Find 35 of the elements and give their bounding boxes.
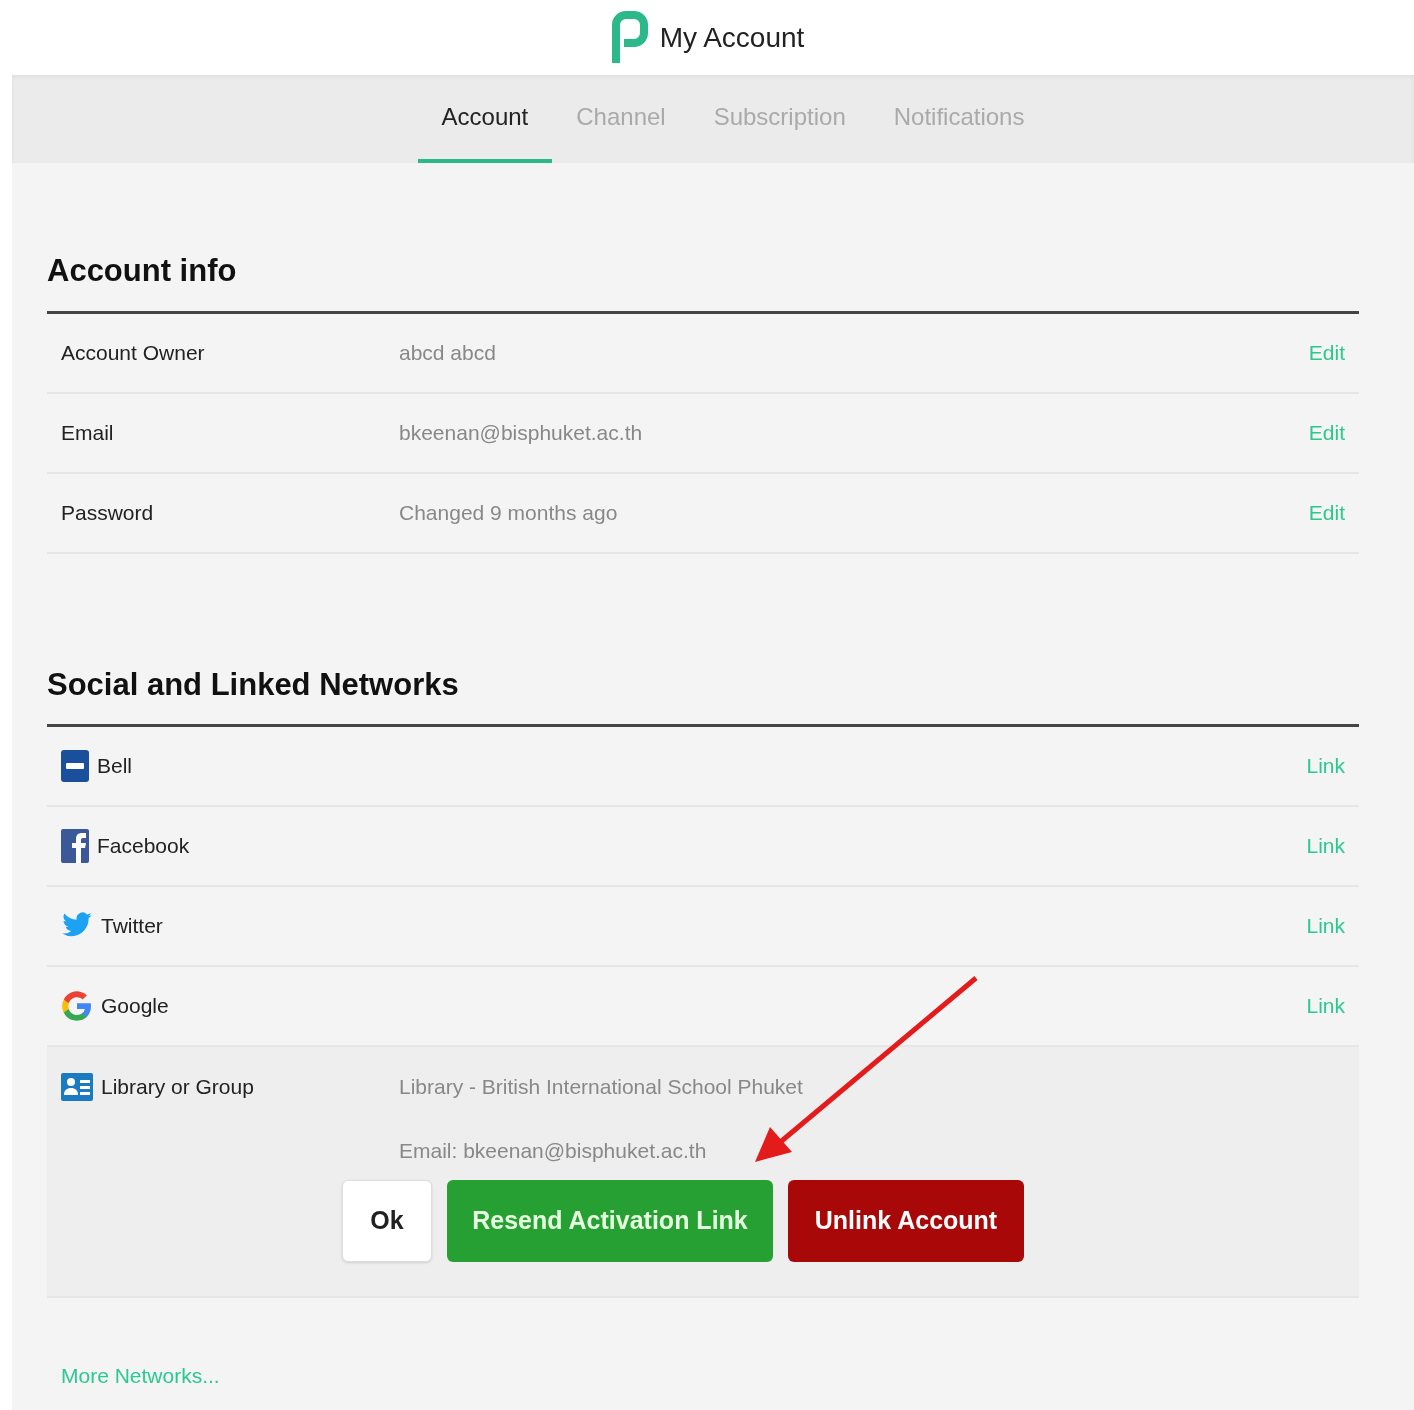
network-name: Google	[101, 993, 169, 1020]
ok-button[interactable]: Ok	[342, 1180, 432, 1262]
section-heading: Social and Linked Networks	[47, 661, 1359, 727]
network-detail: Library - British International School Phuket	[399, 1074, 803, 1100]
network-name: Facebook	[97, 833, 190, 860]
link-action[interactable]: Link	[1306, 750, 1345, 782]
link-action[interactable]: Link	[1306, 910, 1345, 942]
section-heading: Account info	[47, 248, 1359, 314]
tab[interactable]: Subscription	[689, 75, 870, 163]
edit-link[interactable]: Edit	[1308, 496, 1345, 529]
link-action[interactable]: Link	[1306, 830, 1345, 862]
more-networks-link[interactable]: More Networks...	[61, 1360, 220, 1392]
field-value: bkeenan@bisphuket.ac.th	[399, 419, 644, 446]
contact-card-icon	[61, 1072, 93, 1101]
field-value: Changed 9 months ago	[399, 499, 619, 526]
field-value: abcd abcd	[399, 339, 497, 366]
page-title: My Account	[659, 20, 805, 55]
resend-button[interactable]: Resend Activation Link	[447, 1180, 773, 1262]
field-label: Account Owner	[61, 339, 206, 366]
link-action[interactable]: Link	[1306, 990, 1345, 1022]
edit-link[interactable]: Edit	[1308, 336, 1345, 369]
google-g-icon	[61, 989, 93, 1023]
network-name: Library or Group	[101, 1074, 254, 1100]
speech-bubble-logo-icon	[609, 10, 648, 65]
tab[interactable]: Notifications	[869, 75, 1049, 163]
network-detail: Email: bkeenan@bisphuket.ac.th	[399, 1137, 708, 1164]
facebook-icon	[61, 829, 89, 863]
unlink-button[interactable]: Unlink Account	[788, 1180, 1024, 1262]
field-label: Email	[61, 419, 115, 446]
edit-link[interactable]: Edit	[1308, 416, 1345, 449]
field-label: Password	[61, 499, 155, 526]
network-name: Bell	[97, 753, 133, 780]
tab[interactable]: Channel	[552, 75, 690, 163]
network-name: Twitter	[101, 913, 163, 940]
tab[interactable]: Account	[417, 75, 553, 163]
